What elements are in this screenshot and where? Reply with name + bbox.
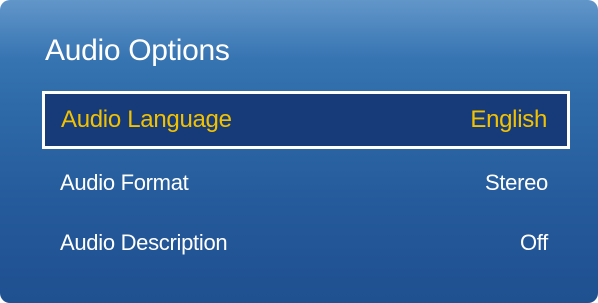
menu-item-label: Audio Description — [60, 230, 228, 255]
menu-item-audio-language[interactable]: Audio Language English — [42, 91, 570, 149]
menu-item-value: Off — [519, 230, 548, 255]
menu-item-audio-description[interactable]: Audio Description Off — [42, 214, 570, 272]
menu-item-audio-format[interactable]: Audio Format Stereo — [42, 154, 570, 212]
audio-options-panel: Audio Options Audio Language English Aud… — [0, 0, 598, 303]
menu-item-label: Audio Format — [60, 170, 189, 195]
menu-item-value: English — [470, 106, 547, 133]
menu-title: Audio Options — [45, 34, 230, 67]
menu-item-label: Audio Language — [61, 106, 232, 133]
menu-item-value: Stereo — [484, 170, 548, 195]
